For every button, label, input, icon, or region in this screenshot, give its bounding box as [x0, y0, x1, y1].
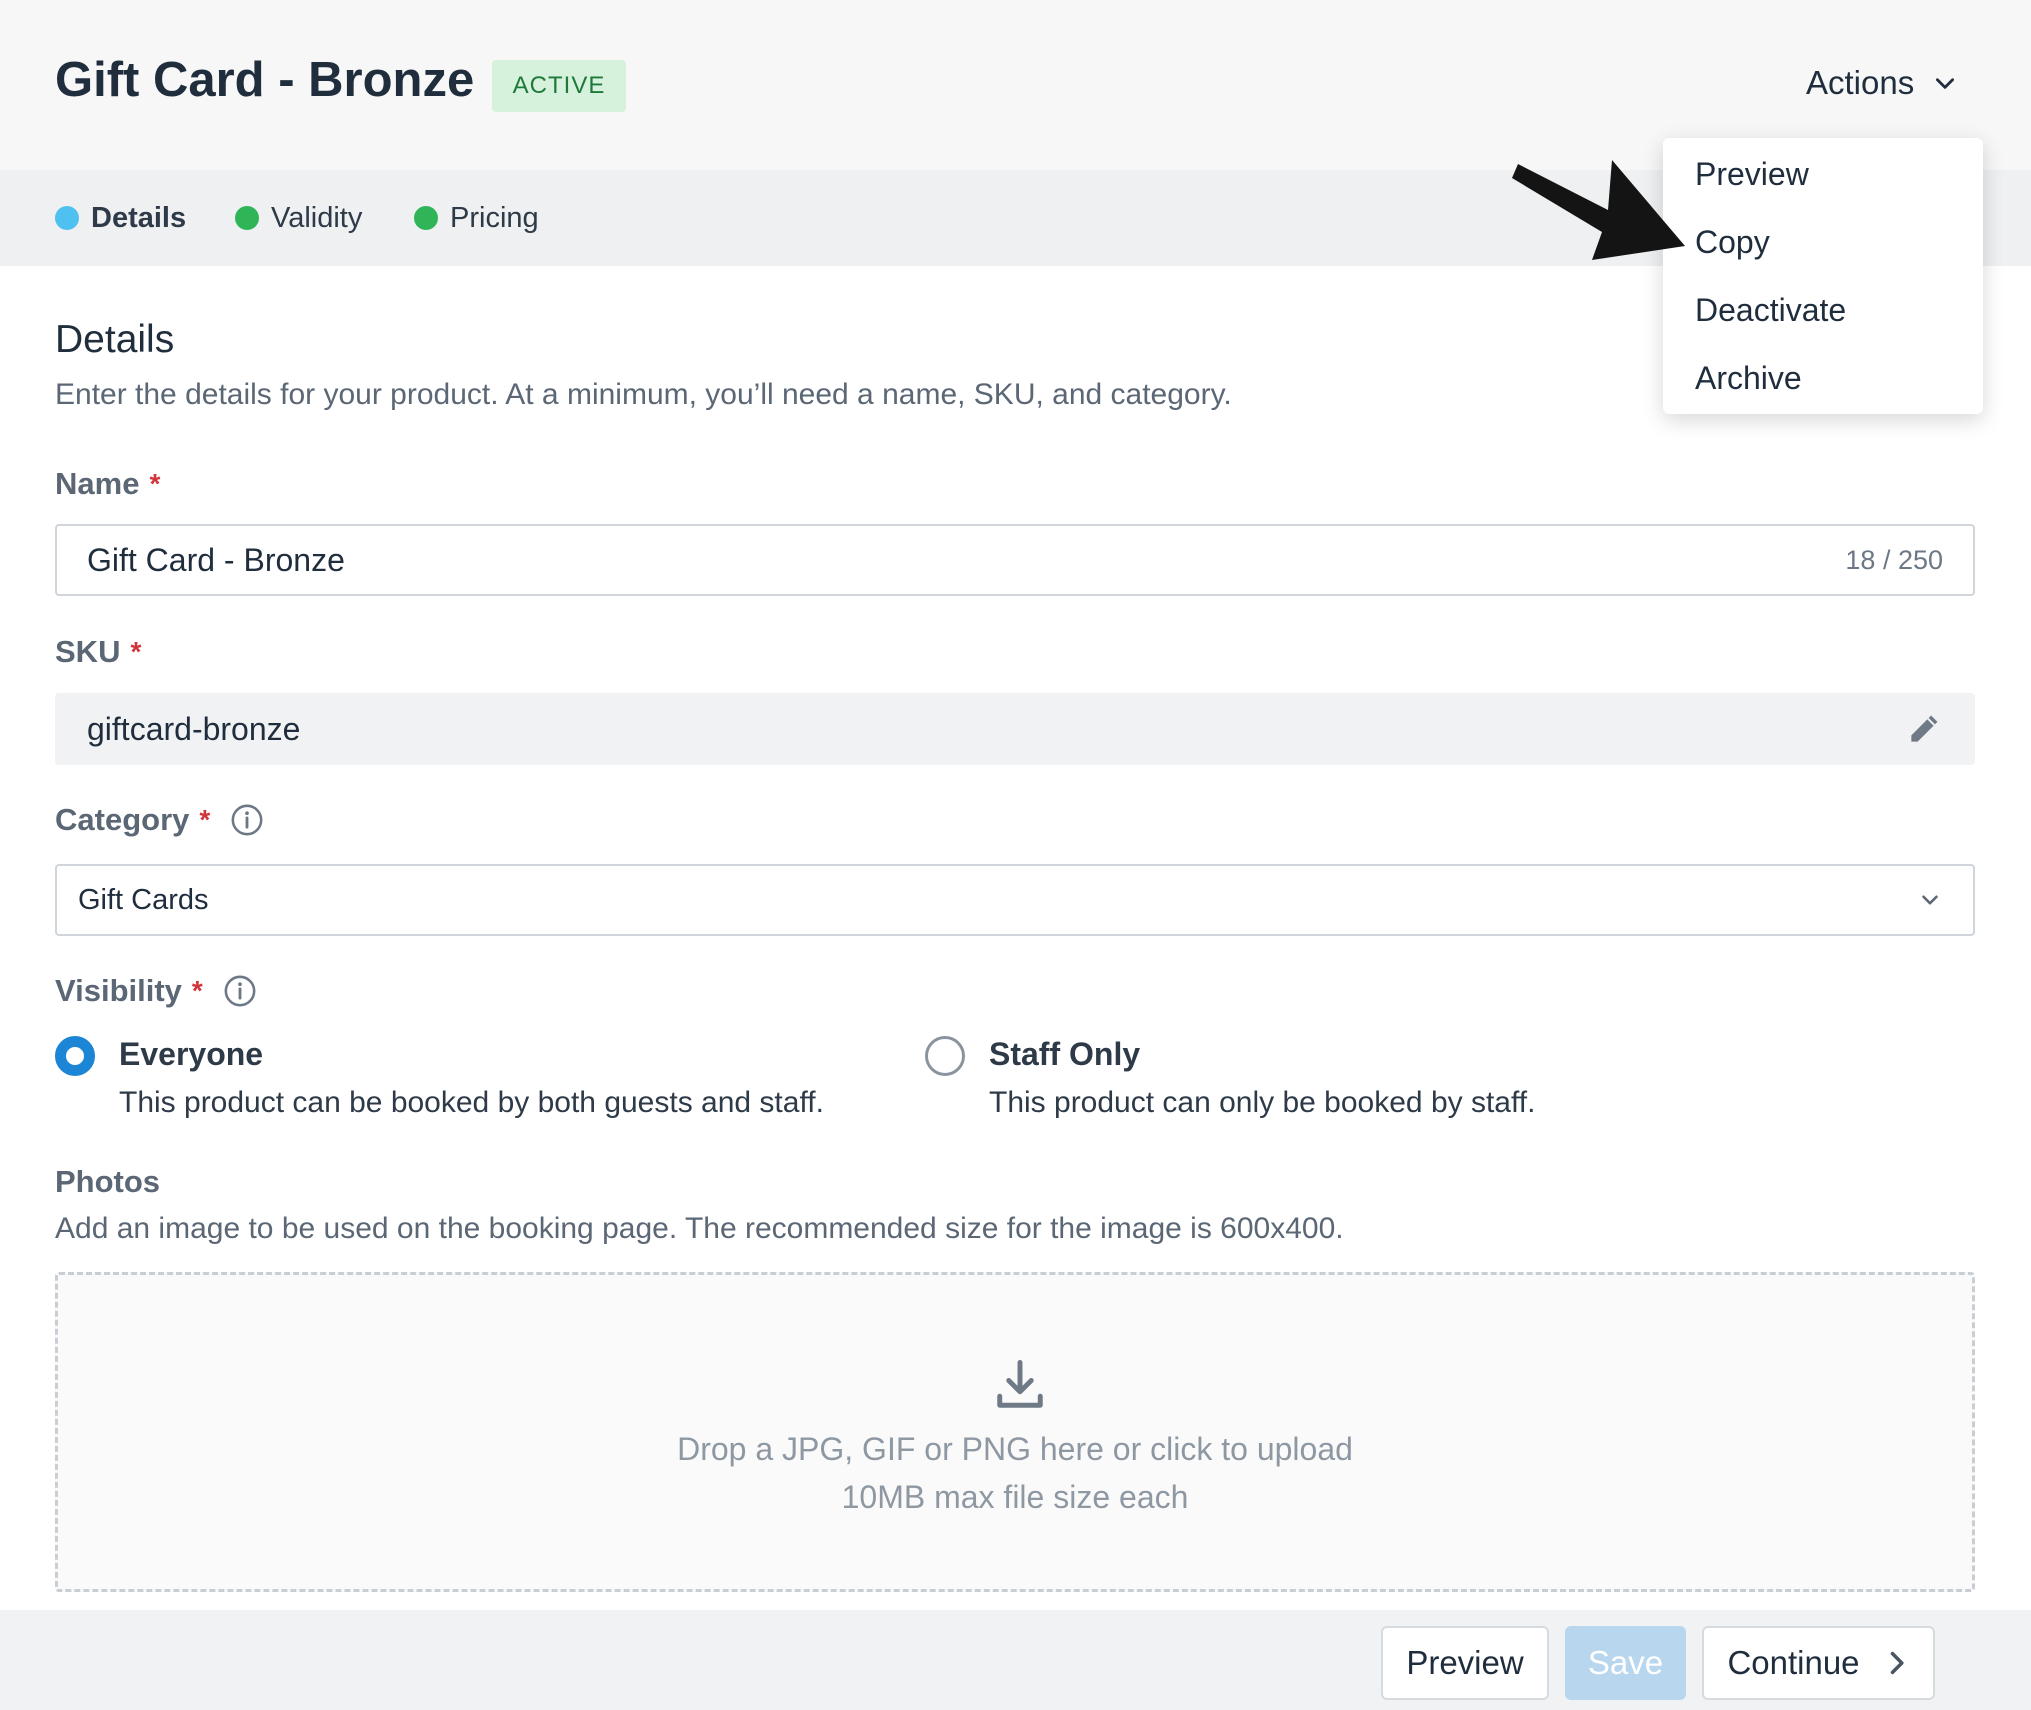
section-title: Details	[55, 318, 175, 361]
menu-item-archive[interactable]: Archive	[1695, 360, 1802, 397]
annotation-arrow-icon	[1512, 160, 1685, 260]
step-validity[interactable]: Validity	[235, 170, 362, 266]
required-marker: *	[191, 975, 203, 1006]
dropzone-instruction: Drop a JPG, GIF or PNG here or click to …	[677, 1431, 1353, 1467]
preview-button[interactable]: Preview	[1381, 1626, 1549, 1700]
upload-icon	[997, 1360, 1043, 1408]
sku-label-text: SKU	[55, 634, 121, 669]
info-icon[interactable]	[223, 974, 257, 1008]
category-label-text: Category	[55, 802, 190, 837]
photos-label-text: Photos	[55, 1164, 161, 1199]
menu-item-preview[interactable]: Preview	[1695, 156, 1809, 193]
info-icon[interactable]	[230, 803, 264, 837]
chevron-down-icon	[1922, 895, 1938, 905]
option-description: This product can be booked by both guest…	[119, 1086, 824, 1119]
step-status-dot	[55, 206, 79, 230]
name-value: Gift Card - Bronze	[87, 541, 345, 578]
sku-label: SKU *	[55, 634, 141, 670]
pencil-icon[interactable]	[1905, 710, 1943, 748]
section-description: Enter the details for your product. At a…	[55, 378, 1232, 411]
chevron-right-icon	[1890, 1651, 1904, 1675]
menu-item-copy[interactable]: Copy	[1695, 224, 1770, 261]
chevron-down-icon	[1936, 78, 1955, 89]
photo-upload-dropzone[interactable]: Drop a JPG, GIF or PNG here or click to …	[55, 1272, 1975, 1592]
step-status-dot	[414, 206, 438, 230]
sku-value: giftcard-bronze	[87, 710, 301, 747]
visibility-label: Visibility *	[55, 973, 257, 1009]
required-marker: *	[149, 468, 161, 499]
name-label-text: Name	[55, 466, 140, 501]
sku-field: giftcard-bronze	[55, 693, 1975, 765]
step-status-dot	[235, 206, 259, 230]
radio-button[interactable]	[925, 1036, 965, 1076]
category-value: Gift Cards	[78, 883, 209, 916]
required-marker: *	[130, 636, 142, 667]
continue-label: Continue	[1727, 1644, 1860, 1681]
option-title: Staff Only	[989, 1036, 1141, 1072]
category-select[interactable]: Gift Cards	[55, 864, 1975, 936]
actions-dropdown-button[interactable]: Actions	[1806, 64, 1958, 102]
option-title: Everyone	[119, 1036, 264, 1072]
required-marker: *	[199, 804, 211, 835]
step-pricing[interactable]: Pricing	[414, 170, 539, 266]
footer-bar: Preview Save Continue	[0, 1610, 2031, 1710]
step-label: Pricing	[450, 201, 539, 234]
page-title: Gift Card - Bronze	[55, 53, 475, 107]
save-button[interactable]: Save	[1565, 1626, 1686, 1700]
visibility-label-text: Visibility	[55, 973, 182, 1008]
step-label: Validity	[271, 201, 363, 234]
option-description: This product can only be booked by staff…	[989, 1086, 1536, 1119]
step-details[interactable]: Details	[55, 170, 186, 266]
photos-description: Add an image to be used on the booking p…	[55, 1212, 1344, 1245]
step-label: Details	[91, 201, 187, 234]
actions-label: Actions	[1806, 64, 1915, 101]
name-input[interactable]: Gift Card - Bronze 18 / 250	[55, 524, 1975, 596]
menu-item-deactivate[interactable]: Deactivate	[1695, 292, 1846, 329]
radio-button-selected[interactable]	[55, 1036, 95, 1076]
category-label: Category *	[55, 802, 264, 838]
character-counter: 18 / 250	[1845, 544, 1943, 575]
status-badge: ACTIVE	[492, 60, 626, 112]
actions-menu: Preview Copy Deactivate Archive	[1663, 138, 1983, 414]
name-label: Name *	[55, 466, 160, 502]
continue-button[interactable]: Continue	[1702, 1626, 1935, 1700]
dropzone-size-limit: 10MB max file size each	[841, 1479, 1189, 1515]
photos-label: Photos	[55, 1164, 160, 1200]
